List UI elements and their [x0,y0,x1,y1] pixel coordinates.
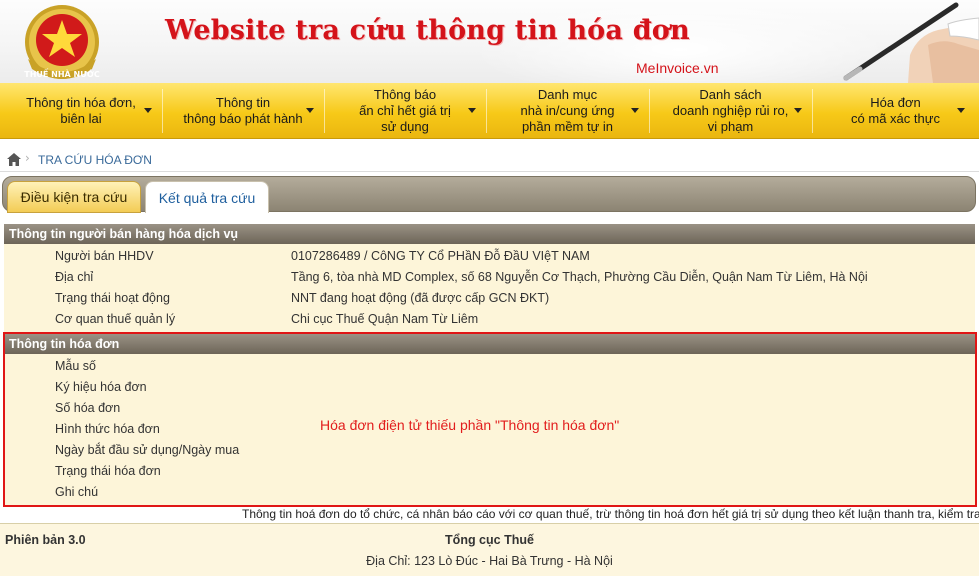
tab-search-results[interactable]: Kết quả tra cứu [145,181,269,213]
nav-printer-list[interactable]: Danh mục nhà in/cung ứng phần mềm tự in [486,83,649,139]
footer: Phiên bản 3.0 Tổng cục Thuế Địa Chỉ: 123… [0,523,979,576]
nav-label: Thông tin thông báo phát hành [183,95,303,126]
chevron-down-icon [468,108,476,113]
nav-invoice-info[interactable]: Thông tin hóa đơn, biên lai [0,83,162,139]
disclaimer-text: Thông tin hoá đơn do tổ chức, cá nhân bá… [242,507,979,521]
field-value: Chi cục Thuế Quận Nam Từ Liêm [291,312,479,326]
annotation-text: Hóa đơn điện tử thiếu phần "Thông tin hó… [320,417,620,433]
seller-row: Trạng thái hoạt động NNT đang hoạt động … [4,288,975,309]
nav-risk-list[interactable]: Danh sách doanh nghiệp rủi ro, vi phạm [649,83,812,139]
nav-expired-notice[interactable]: Thông báo ấn chỉ hết giá trị sử dụng [324,83,486,139]
chevron-down-icon [794,108,802,113]
tab-search-conditions[interactable]: Điều kiện tra cứu [7,181,141,213]
site-title: Website tra cứu thông tin hóa đơn [165,15,690,46]
seller-row: Địa chỉ Tầng 6, tòa nhà MD Complex, số 6… [4,267,975,288]
breadcrumb: › TRA CỨU HÓA ĐƠN [0,148,979,172]
chevron-down-icon [631,108,639,113]
nav-label: Thông báo ấn chỉ hết giá trị sử dụng [359,87,451,134]
field-label: Người bán HHDV [55,249,154,263]
field-value: Tầng 6, tòa nhà MD Complex, số 68 Nguyễn… [291,270,868,284]
nav-label: Thông tin hóa đơn, biên lai [26,95,136,126]
header-banner: THUẾ NHÀ NƯỚC Website tra cứu thông tin … [0,0,979,83]
footer-address: Địa Chỉ: 123 Lò Đúc - Hai Bà Trưng - Hà … [366,554,613,568]
chevron-right-icon: › [25,151,30,165]
home-icon[interactable] [7,153,21,166]
nav-label: Danh mục nhà in/cung ứng phần mềm tự in [520,87,615,134]
field-label: Địa chỉ [55,270,94,284]
hand-pen-icon [843,2,979,83]
seller-section: Người bán HHDV 0107286489 / CôNG TY Cổ P… [4,244,975,332]
seller-row: Người bán HHDV 0107286489 / CôNG TY Cổ P… [4,246,975,267]
nav-verified-invoice[interactable]: Hóa đơn có mã xác thực [812,83,979,139]
field-value: 0107286489 / CôNG TY Cổ PHầN Đỗ ĐầU VIệT… [291,249,590,263]
breadcrumb-current[interactable]: TRA CỨU HÓA ĐƠN [38,153,152,167]
nav-issuance-notice[interactable]: Thông tin thông báo phát hành [162,83,324,139]
field-value: NNT đang hoạt động (đã được cấp GCN ĐKT) [291,291,550,305]
field-label: Trạng thái hoạt động [55,291,170,305]
nav-label: Hóa đơn có mã xác thực [851,95,940,126]
seller-row: Cơ quan thuế quản lý Chi cục Thuế Quận N… [4,309,975,330]
chevron-down-icon [144,108,152,113]
main-navbar: Thông tin hóa đơn, biên lai Thông tin th… [0,83,979,139]
seller-section-header: Thông tin người bán hàng hóa dịch vụ [4,224,975,244]
nav-label: Danh sách doanh nghiệp rủi ro, vi phạm [672,87,789,134]
tab-bar: Điều kiện tra cứu Kết quả tra cứu [2,176,976,213]
footer-org: Tổng cục Thuế [445,533,534,547]
chevron-down-icon [306,108,314,113]
page: THUẾ NHÀ NƯỚC Website tra cứu thông tin … [0,0,979,576]
tax-emblem-logo: THUẾ NHÀ NƯỚC [24,5,100,79]
chevron-down-icon [957,108,965,113]
brand-text: MeInvoice.vn [636,60,719,76]
field-label: Cơ quan thuế quản lý [55,312,176,326]
